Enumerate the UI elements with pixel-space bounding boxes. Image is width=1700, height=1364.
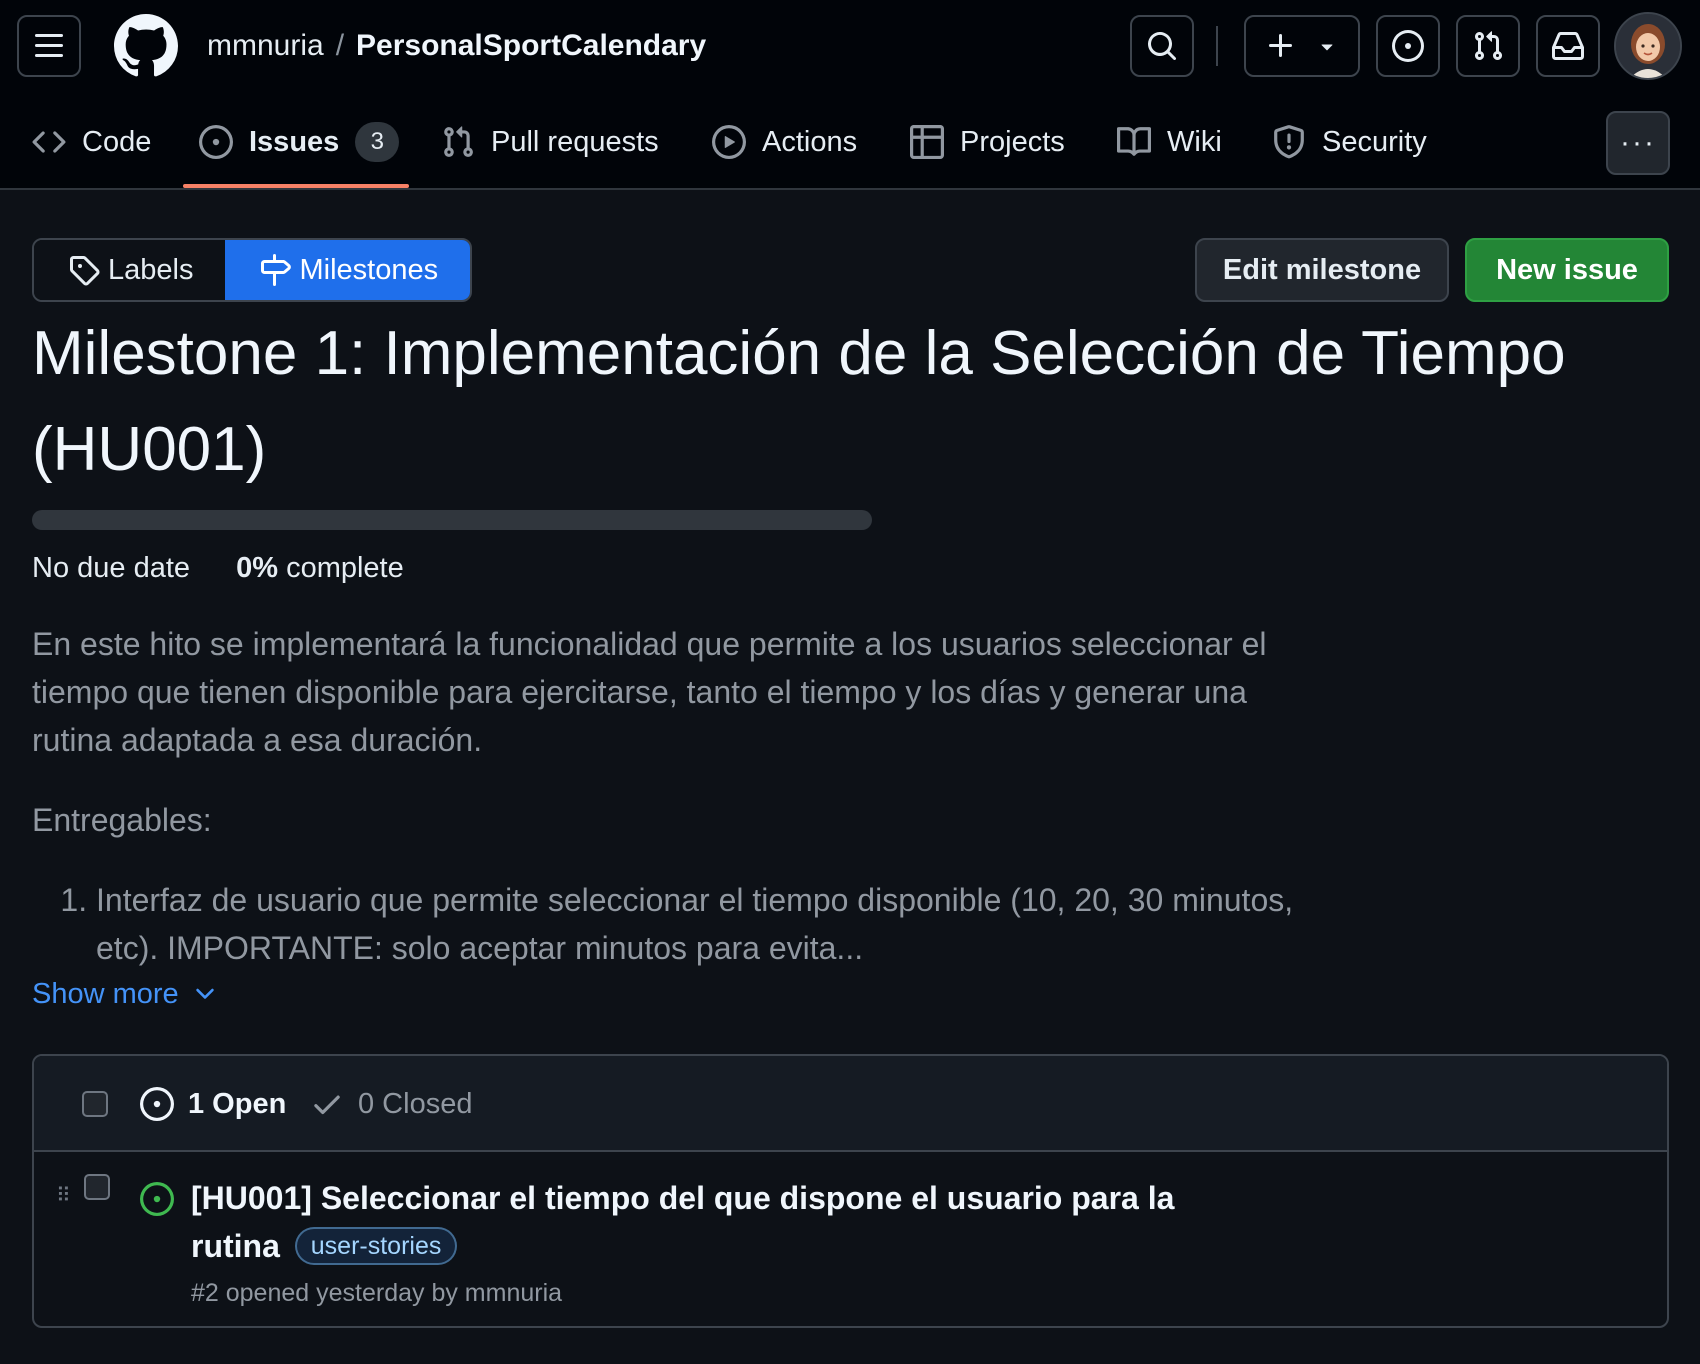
edit-milestone-button[interactable]: Edit milestone bbox=[1195, 238, 1449, 302]
triangle-down-icon bbox=[1321, 44, 1333, 51]
search-icon bbox=[1148, 32, 1177, 61]
due-date: No due date bbox=[32, 552, 191, 584]
milestones-button-label: Milestones bbox=[299, 253, 439, 286]
milestone-meta: No due date 0% complete bbox=[32, 548, 404, 588]
shield-icon bbox=[1274, 125, 1304, 159]
percent-label: complete bbox=[286, 552, 404, 584]
issues-list-header: 1 Open 0 Closed bbox=[34, 1056, 1667, 1152]
book-icon bbox=[1117, 127, 1151, 156]
repo-name-link[interactable]: PersonalSportCalendary bbox=[356, 29, 706, 62]
issue-title: [HU001] Seleccionar el tiempo del que di… bbox=[191, 1174, 1211, 1270]
issue-opened-icon bbox=[199, 125, 233, 159]
deliverables-list: Interfaz de usuario que permite seleccio… bbox=[32, 876, 1312, 972]
issue-opened-icon bbox=[1392, 30, 1424, 62]
your-issues-button[interactable] bbox=[1376, 15, 1440, 77]
tab-wiki[interactable]: Wiki bbox=[1117, 110, 1222, 174]
tag-icon bbox=[70, 256, 100, 286]
inbox-button[interactable] bbox=[1536, 15, 1600, 77]
select-all-checkbox[interactable] bbox=[82, 1091, 108, 1117]
code-icon bbox=[32, 131, 66, 153]
milestone-progress-bar bbox=[32, 510, 872, 530]
play-icon bbox=[712, 125, 746, 159]
your-pull-requests-button[interactable] bbox=[1456, 15, 1520, 77]
active-tab-indicator bbox=[183, 184, 409, 188]
milestone-description: En este hito se implementará la funciona… bbox=[32, 620, 1312, 972]
milestones-button[interactable]: Milestones bbox=[225, 240, 471, 300]
breadcrumb: mmnuria / PersonalSportCalendary bbox=[207, 27, 706, 65]
tab-actions-label: Actions bbox=[762, 125, 858, 158]
chevron-down-icon bbox=[195, 988, 214, 999]
issues-count-badge: 3 bbox=[355, 122, 400, 162]
new-issue-button[interactable]: New issue bbox=[1465, 238, 1669, 302]
percent-value: 0% bbox=[236, 552, 278, 584]
show-more-label: Show more bbox=[32, 978, 179, 1010]
more-tabs-button[interactable]: ··· bbox=[1606, 111, 1670, 175]
drag-handle-icon[interactable]: ⠿ bbox=[56, 1186, 71, 1206]
table-icon bbox=[910, 125, 944, 159]
closed-filter[interactable]: 0 Closed bbox=[310, 1084, 472, 1124]
create-new-button[interactable] bbox=[1244, 15, 1360, 77]
tab-wiki-label: Wiki bbox=[1167, 125, 1222, 158]
search-button[interactable] bbox=[1130, 15, 1194, 77]
repo-nav: Code Issues 3 Pull requests Actions Proj… bbox=[0, 110, 1700, 174]
tab-projects-label: Projects bbox=[960, 125, 1065, 158]
description-paragraph: En este hito se implementará la funciona… bbox=[32, 626, 1267, 758]
check-icon bbox=[314, 1095, 340, 1115]
header-divider bbox=[1216, 26, 1218, 66]
open-filter[interactable]: 1 Open bbox=[140, 1084, 286, 1124]
issue-opened-icon bbox=[140, 1087, 174, 1121]
tab-security-label: Security bbox=[1322, 125, 1427, 158]
tab-pull-requests[interactable]: Pull requests bbox=[441, 110, 659, 174]
milestone-title: Milestone 1: Implementación de la Selecc… bbox=[32, 319, 1566, 484]
github-logo-icon[interactable] bbox=[114, 14, 178, 78]
milestone-icon bbox=[261, 254, 292, 286]
avatar[interactable] bbox=[1614, 12, 1682, 80]
tab-code[interactable]: Code bbox=[32, 110, 151, 174]
hamburger-icon bbox=[35, 34, 63, 57]
deliverables-heading: Entregables: bbox=[32, 802, 212, 838]
repo-owner-link[interactable]: mmnuria bbox=[207, 29, 324, 62]
tab-security[interactable]: Security bbox=[1272, 110, 1427, 174]
issue-opened-icon bbox=[140, 1182, 174, 1216]
labels-button-label: Labels bbox=[108, 253, 194, 286]
tab-code-label: Code bbox=[82, 125, 152, 158]
git-pull-request-icon bbox=[444, 126, 473, 157]
list-item[interactable]: ⠿ [HU001] Seleccionar el tiempo del que … bbox=[34, 1152, 1667, 1326]
git-pull-request-icon bbox=[1474, 31, 1503, 61]
show-more-link[interactable]: Show more bbox=[32, 972, 219, 1016]
issue-checkbox[interactable] bbox=[84, 1174, 110, 1200]
inbox-icon bbox=[1552, 31, 1584, 60]
labels-milestones-toggle: Labels Milestones bbox=[32, 238, 473, 302]
closed-count-label: 0 Closed bbox=[358, 1088, 473, 1120]
issue-meta: #2 opened yesterday by mmnuria bbox=[191, 1279, 563, 1307]
breadcrumb-separator: / bbox=[335, 29, 345, 62]
tab-projects[interactable]: Projects bbox=[910, 110, 1065, 174]
open-count-label: 1 Open bbox=[188, 1088, 287, 1120]
tab-pull-requests-label: Pull requests bbox=[491, 125, 659, 158]
issue-label-badge[interactable]: user-stories bbox=[294, 1227, 458, 1265]
percent-complete: 0% complete bbox=[236, 552, 404, 584]
tab-actions[interactable]: Actions bbox=[712, 110, 857, 174]
app-header: mmnuria / PersonalSportCalendary Code Is… bbox=[0, 0, 1700, 190]
deliverable-item: Interfaz de usuario que permite seleccio… bbox=[96, 876, 1312, 972]
labels-button[interactable]: Labels bbox=[34, 240, 226, 300]
plus-icon bbox=[1269, 34, 1292, 57]
user-avatar-icon bbox=[1616, 14, 1680, 78]
issues-list: 1 Open 0 Closed ⠿ [HU001] Seleccionar el… bbox=[32, 1054, 1669, 1328]
tab-issues-label: Issues bbox=[249, 125, 340, 158]
tab-issues[interactable]: Issues 3 bbox=[199, 110, 400, 174]
menu-button[interactable] bbox=[17, 15, 81, 77]
